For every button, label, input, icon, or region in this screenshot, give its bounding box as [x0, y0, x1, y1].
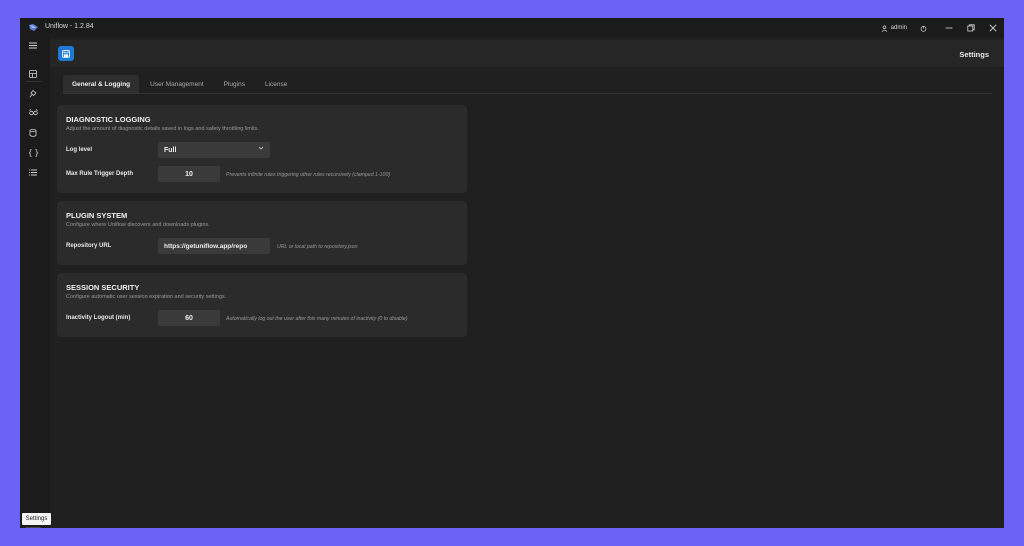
section-description: Configure automatic user session expirat…: [66, 294, 227, 300]
repository-url-hint: URL or local path to repository.json: [277, 244, 358, 250]
session-security-card: SESSION SECURITY Configure automatic use…: [57, 273, 467, 337]
dashboard-icon[interactable]: [26, 67, 40, 81]
tab-plugins[interactable]: Plugins: [215, 75, 254, 93]
save-icon: [62, 49, 70, 58]
section-title: DIAGNOSTIC LOGGING: [66, 115, 151, 124]
save-button[interactable]: [58, 46, 74, 61]
app-title: Uniflow - 1.2.84: [45, 23, 94, 30]
diagnostic-logging-card: DIAGNOSTIC LOGGING Adjust the amount of …: [57, 105, 467, 193]
maximize-button[interactable]: [960, 18, 982, 38]
sidebar-divider: [26, 81, 42, 82]
max-depth-label: Max Rule Trigger Depth: [66, 171, 134, 177]
app-window: Uniflow - 1.2.84 admin Settings Settings…: [20, 18, 1004, 528]
tab-license[interactable]: License: [256, 75, 296, 93]
settings-tooltip: Settings: [22, 513, 51, 525]
inactivity-logout-label: Inactivity Logout (min): [66, 315, 131, 321]
app-logo-icon: [29, 24, 38, 31]
sidebar: Settings: [20, 38, 51, 528]
settings-tabs: General & Logging User Management Plugin…: [63, 75, 298, 93]
database-icon[interactable]: [26, 126, 40, 140]
page-header: Settings: [50, 40, 1004, 67]
page-title: Settings: [959, 50, 989, 59]
tab-general-logging[interactable]: General & Logging: [63, 75, 140, 93]
menu-icon[interactable]: [26, 38, 40, 52]
section-title: PLUGIN SYSTEM: [66, 211, 128, 220]
inactivity-logout-input[interactable]: 60: [158, 310, 220, 326]
max-depth-input[interactable]: 10: [158, 166, 220, 182]
minimize-button[interactable]: [938, 18, 960, 38]
log-level-label: Log level: [66, 147, 93, 153]
settings-button[interactable]: [24, 527, 42, 528]
chevron-down-icon: [258, 145, 264, 153]
username: admin: [890, 25, 907, 31]
title-bar: Uniflow - 1.2.84 admin: [20, 18, 1004, 38]
code-braces-icon[interactable]: [26, 146, 40, 160]
section-description: Adjust the amount of diagnostic details …: [66, 126, 259, 132]
repository-url-label: Repository URL: [66, 243, 112, 249]
tabs-divider: [63, 93, 992, 94]
tab-user-management[interactable]: User Management: [141, 75, 212, 93]
section-title: SESSION SECURITY: [66, 283, 140, 292]
repository-url-input[interactable]: https://getuniflow.app/repo: [158, 238, 270, 254]
log-level-value: Full: [164, 146, 177, 154]
log-level-select[interactable]: Full: [158, 142, 270, 158]
max-depth-hint: Prevents infinite rules triggering other…: [226, 172, 391, 178]
power-icon[interactable]: [918, 23, 928, 33]
inactivity-logout-hint: Automatically log out the user after thi…: [226, 316, 408, 322]
close-button[interactable]: [982, 18, 1004, 38]
rule-icon[interactable]: [26, 87, 40, 101]
section-description: Configure where Uniflow discovers and do…: [66, 222, 210, 228]
user-icon: [881, 24, 887, 32]
list-icon[interactable]: [26, 165, 40, 179]
plugin-system-card: PLUGIN SYSTEM Configure where Uniflow di…: [57, 201, 467, 265]
link-icon[interactable]: [26, 106, 40, 120]
user-menu[interactable]: admin: [881, 23, 928, 33]
